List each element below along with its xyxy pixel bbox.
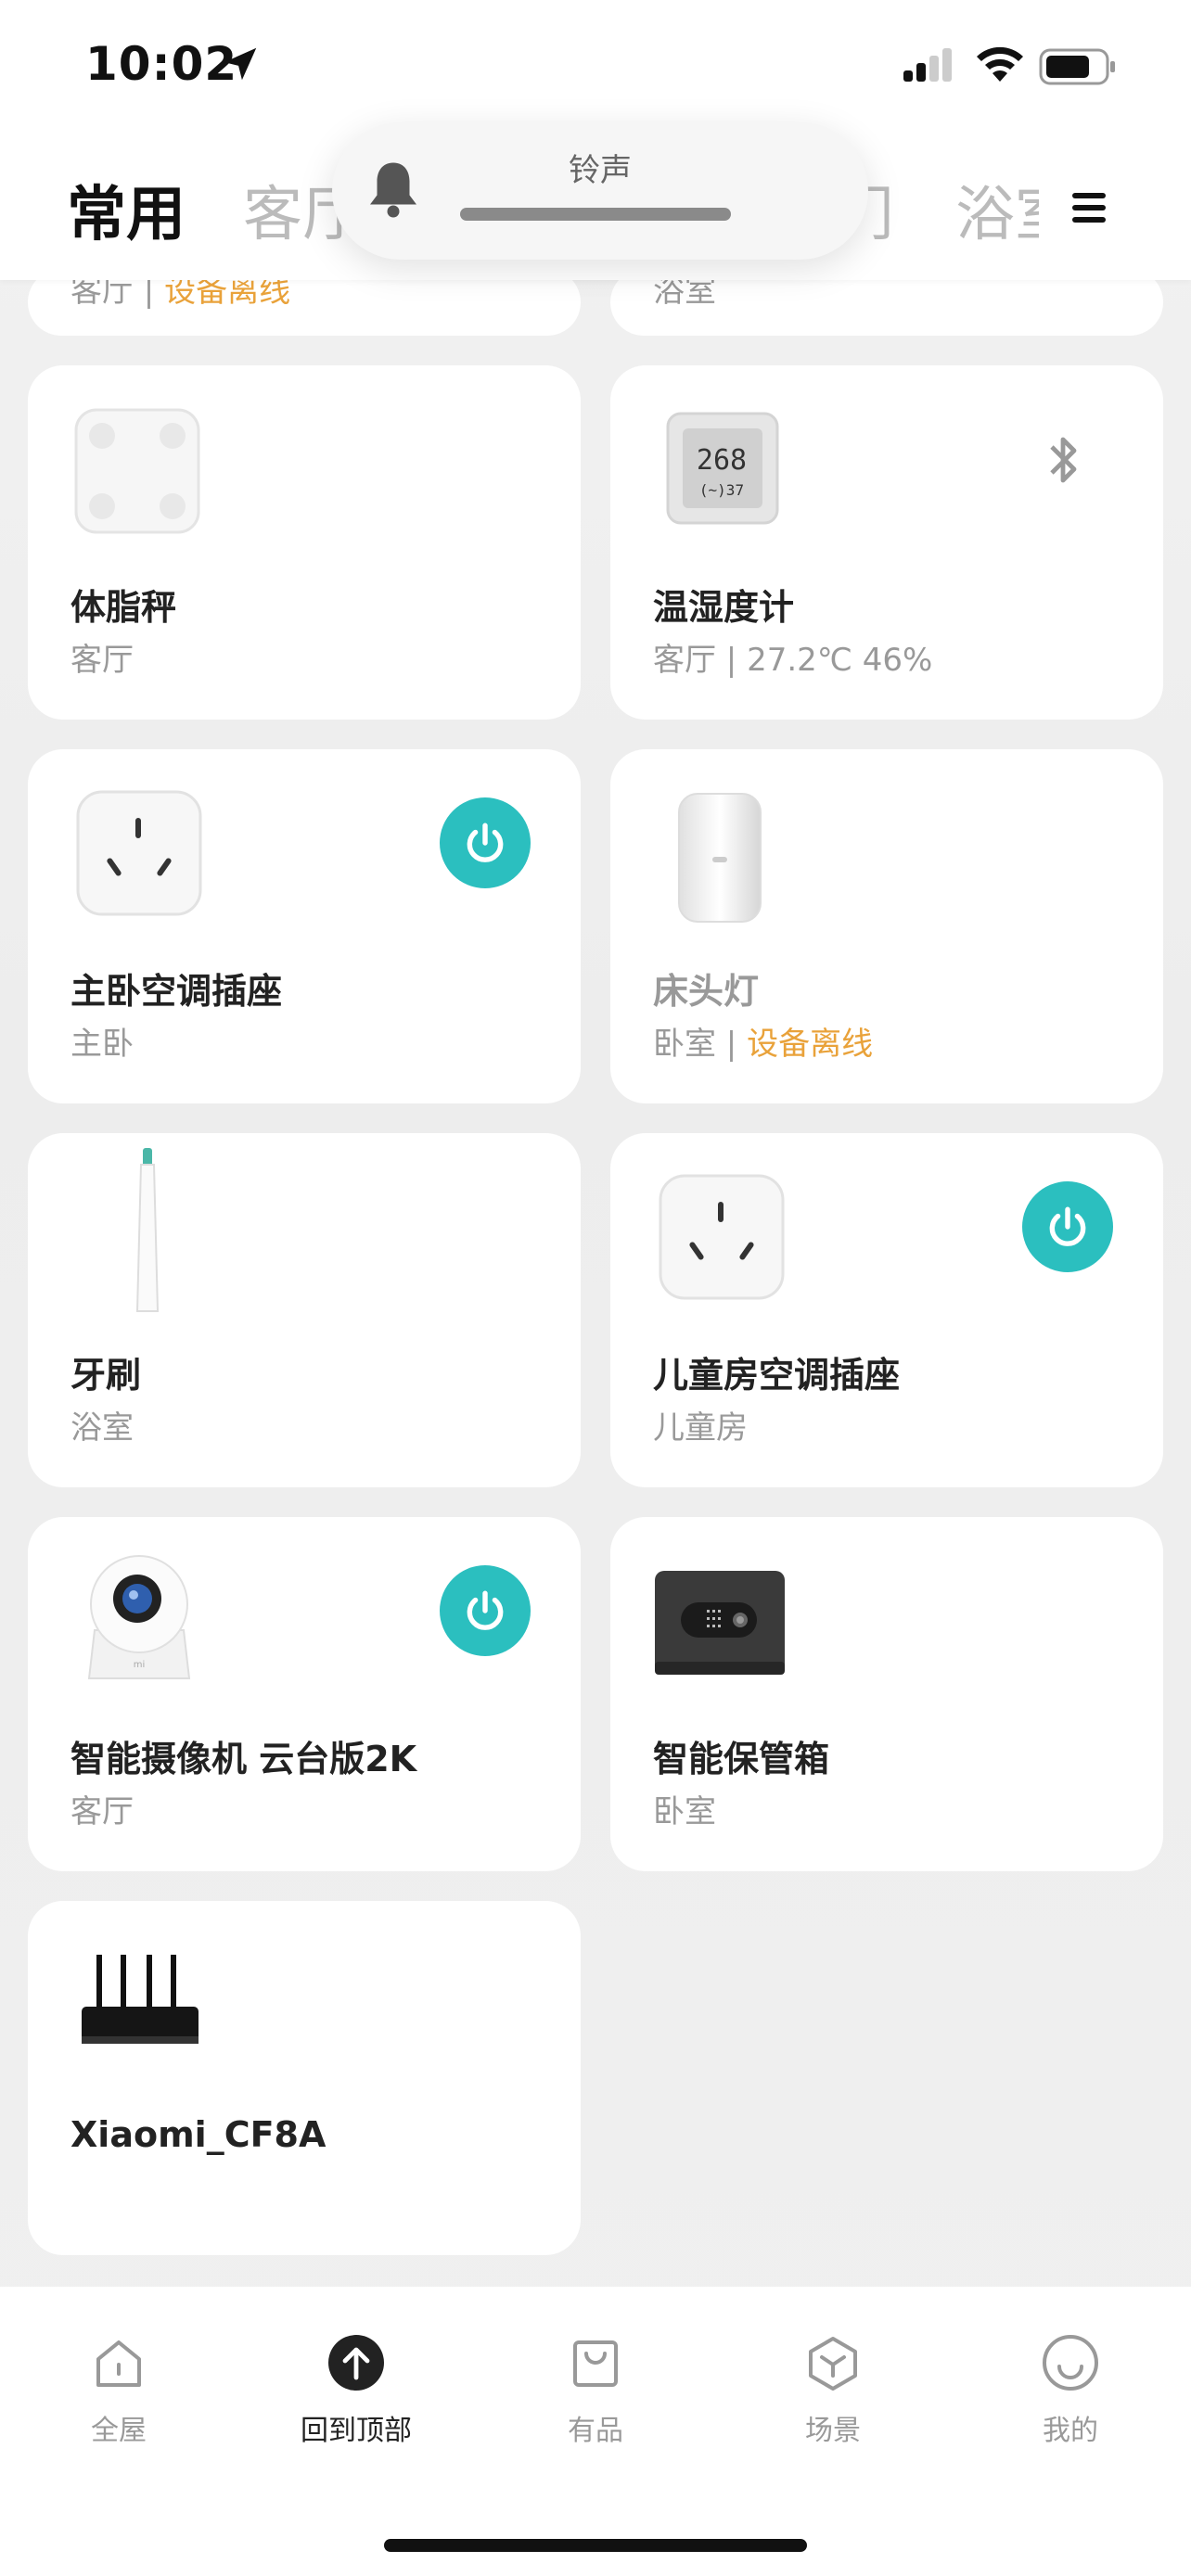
device-room: 主卧 [70,1026,134,1063]
cube-icon [809,2337,857,2391]
nav-scenes[interactable]: 场景 [759,2333,907,2448]
device-room: 客厅 [70,1793,134,1830]
tab-common[interactable]: 常用 [67,167,186,252]
power-toggle-button[interactable] [440,797,531,888]
battery-icon [1039,48,1115,85]
cellular-signal-icon [903,48,952,82]
status-time: 10:02 [85,37,238,91]
device-card[interactable]: 体脂秤 客厅 [28,365,581,720]
device-name: 智能保管箱 [653,1739,830,1779]
toast-label: 铃声 [569,152,632,189]
nav-label: 回到顶部 [301,2415,412,2447]
nav-youpin[interactable]: 有品 [521,2333,670,2448]
home-icon [96,2340,141,2387]
device-name: Xiaomi_CF8A [70,2114,327,2155]
offline-status: 设备离线 [747,1026,874,1063]
device-name: 温湿度计 [653,587,795,628]
smile-icon [1043,2335,1098,2391]
camera-icon: mi [87,1555,191,1679]
device-card[interactable]: 智能保管箱 卧室 [610,1517,1163,1871]
nav-label: 我的 [1043,2415,1098,2447]
wifi-icon [977,46,1023,82]
power-toggle-button[interactable] [440,1565,531,1656]
device-name: 智能摄像机 云台版2K [70,1739,417,1779]
nav-whole-house[interactable]: 全屋 [45,2333,193,2448]
device-card[interactable]: 儿童房空调插座 儿童房 [610,1133,1163,1487]
ringer-volume-toast: 铃声 [332,122,868,260]
nav-label: 全屋 [91,2415,147,2447]
tab-bathroom[interactable]: 浴室 [955,167,1039,252]
device-room: 卧室 | 设备离线 [653,1026,874,1063]
device-name: 床头灯 [653,971,760,1012]
device-room: 客厅 [70,642,134,679]
power-icon [1049,1206,1086,1246]
nav-label: 有品 [568,2415,623,2447]
device-card[interactable]: mi 智能摄像机 云台版2K 客厅 [28,1517,581,1871]
power-icon [467,823,504,862]
socket-icon [76,790,202,916]
device-name: 儿童房空调插座 [653,1355,901,1396]
device-card[interactable]: 268 (~)37 温湿度计 客厅 | 27.2℃ 46% [610,365,1163,720]
device-name: 体脂秤 [70,587,177,628]
thermometer-icon: 268 (~)37 [666,412,779,525]
device-room: 卧室 [653,1793,716,1830]
lamp-icon [678,793,762,923]
device-card[interactable]: Xiaomi_CF8A [28,1901,581,2255]
svg-text:mi: mi [134,1660,146,1670]
scale-icon [74,408,200,534]
socket-icon [659,1174,785,1300]
nav-back-to-top[interactable]: 回到顶部 [282,2333,430,2448]
svg-text:(~)37: (~)37 [699,481,744,499]
power-toggle-button[interactable] [1022,1181,1113,1272]
device-card[interactable]: 主卧空调插座 主卧 [28,749,581,1103]
bag-icon [573,2340,618,2387]
nav-me[interactable]: 我的 [996,2333,1145,2448]
device-room: 客厅 | 27.2℃ 46% [653,642,933,679]
arrow-up-icon [328,2335,384,2391]
safe-icon [655,1571,785,1675]
device-name: 牙刷 [70,1355,142,1396]
svg-text:268: 268 [697,444,747,477]
menu-icon[interactable] [1072,193,1106,223]
location-arrow-icon [224,47,257,81]
device-room: 儿童房 [653,1409,748,1447]
nav-label: 场景 [805,2415,861,2447]
device-room: 浴室 [70,1409,134,1447]
power-icon [467,1590,504,1630]
router-icon [82,1955,198,2044]
toothbrush-icon [135,1148,160,1312]
device-card[interactable]: 床头灯 卧室 | 设备离线 [610,749,1163,1103]
device-name: 主卧空调插座 [70,971,283,1012]
home-indicator[interactable] [384,2539,807,2552]
volume-bar [460,208,731,221]
status-bar: 10:02 [0,0,1191,130]
device-card[interactable]: 牙刷 浴室 [28,1133,581,1487]
bluetooth-icon [1050,437,1077,483]
